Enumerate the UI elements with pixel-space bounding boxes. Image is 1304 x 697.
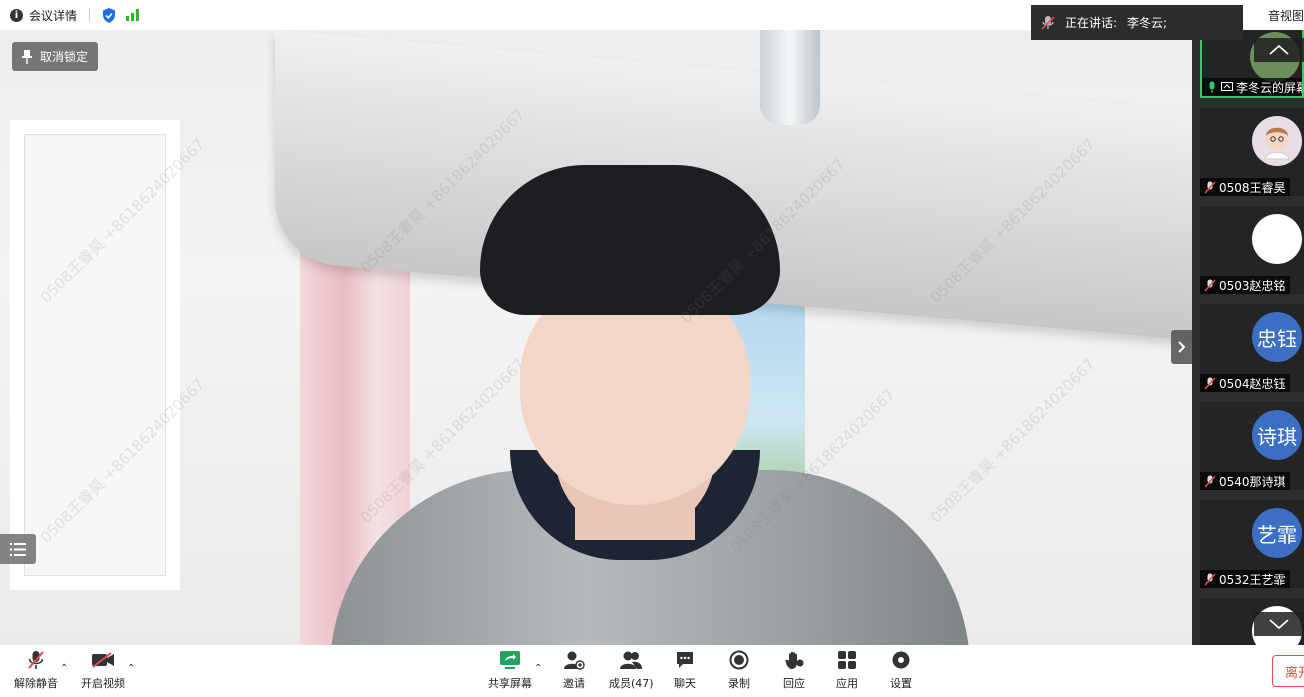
share-options-caret[interactable]: ⌃ xyxy=(534,663,542,674)
participant-nameplate: 0532王艺霏 xyxy=(1200,570,1290,588)
bottom-toolbar: 解除静音 ⌃ 开启视频 ⌃ 共享屏幕 ⌃ 邀请 成员(47) 聊天 录制 回应 … xyxy=(0,645,1304,697)
participant-avatar xyxy=(1252,116,1302,166)
chat-label: 聊天 xyxy=(674,677,696,690)
mic-muted-icon xyxy=(1204,572,1216,586)
unmute-label: 解除静音 xyxy=(14,677,58,690)
share-screen-label: 共享屏幕 xyxy=(488,677,532,690)
participant-nameplate: 0508王睿昊 xyxy=(1200,178,1290,196)
participant-tile[interactable]: 诗琪 0540那诗琪 xyxy=(1200,402,1304,490)
speaker-name: 李冬云; xyxy=(1127,16,1168,30)
reactions-label: 回应 xyxy=(783,677,805,690)
mic-muted-icon xyxy=(1204,180,1216,194)
invite-label: 邀请 xyxy=(563,677,585,690)
apps-button[interactable]: 应用 xyxy=(835,649,859,691)
participant-name: 0532王艺霏 xyxy=(1219,572,1286,587)
settings-label: 设置 xyxy=(890,677,912,690)
participant-tile[interactable]: 忠钰 0504赵忠钰 xyxy=(1200,304,1304,392)
mic-muted-icon xyxy=(1204,474,1216,488)
chevron-down-icon xyxy=(1269,619,1289,630)
participant-avatar xyxy=(1252,214,1302,264)
start-video-label: 开启视频 xyxy=(81,677,125,690)
screen-share-icon xyxy=(1221,81,1233,91)
members-icon xyxy=(619,649,643,671)
participant-tile[interactable]: 艺霏 0532王艺霏 xyxy=(1200,500,1304,588)
mic-muted-icon xyxy=(24,649,48,671)
mic-muted-icon xyxy=(1204,278,1216,292)
participant-nameplate: 李冬云的屏幕 xyxy=(1202,78,1304,96)
participant-nameplate: 0504赵忠钰 xyxy=(1200,374,1290,392)
mic-on-icon xyxy=(1209,81,1215,93)
share-screen-button[interactable]: 共享屏幕 xyxy=(488,649,532,691)
video-off-icon xyxy=(91,649,115,671)
participant-name: 0504赵忠钰 xyxy=(1219,376,1286,391)
participant-nameplate: 0540那诗琪 xyxy=(1200,472,1290,490)
invite-button[interactable]: 邀请 xyxy=(562,649,586,691)
speaking-label: 正在讲话: xyxy=(1065,16,1118,30)
scroll-down-button[interactable] xyxy=(1254,612,1304,636)
mic-muted-icon xyxy=(1204,376,1216,390)
mic-muted-icon xyxy=(1041,15,1055,30)
share-screen-icon xyxy=(498,649,522,671)
chat-button[interactable]: 聊天 xyxy=(673,649,697,691)
gallery-view-button[interactable]: 音视图 xyxy=(1268,7,1304,24)
participant-tile[interactable]: 0503赵忠铭 xyxy=(1200,206,1304,294)
record-button[interactable]: 录制 xyxy=(727,649,751,691)
info-icon: i xyxy=(10,8,23,22)
gear-icon xyxy=(889,649,913,671)
video-options-caret[interactable]: ⌃ xyxy=(127,663,135,674)
members-label: 成员(47) xyxy=(609,677,654,690)
unlock-label: 取消锁定 xyxy=(40,50,89,64)
participant-tile[interactable]: 0508王睿昊 xyxy=(1200,108,1304,196)
speaking-indicator: 正在讲话: 李冬云; xyxy=(1031,5,1243,40)
record-icon xyxy=(727,649,751,671)
main-video[interactable]: 0508王睿昊 +8618624020667 0508王睿昊 +86186240… xyxy=(0,30,1192,645)
participant-avatar: 忠钰 xyxy=(1252,312,1302,362)
participant-name: 0508王睿昊 xyxy=(1219,180,1286,195)
signal-icon[interactable] xyxy=(126,9,140,21)
settings-button[interactable]: 设置 xyxy=(889,649,913,691)
shield-icon[interactable] xyxy=(102,7,116,23)
chevron-up-icon xyxy=(1269,44,1289,55)
divider xyxy=(89,8,91,22)
meeting-info-label: 会议详情 xyxy=(29,8,78,23)
participant-nameplate: 0503赵忠铭 xyxy=(1200,276,1290,294)
collapse-sidebar-button[interactable] xyxy=(1171,330,1192,364)
apps-label: 应用 xyxy=(836,677,858,690)
add-user-icon xyxy=(562,649,586,671)
apps-grid-icon xyxy=(835,649,859,671)
record-label: 录制 xyxy=(728,677,750,690)
audio-options-caret[interactable]: ⌃ xyxy=(60,663,68,674)
start-video-button[interactable]: 开启视频 xyxy=(81,649,125,691)
video-lamp-arm xyxy=(760,30,820,125)
cartoon-avatar-icon xyxy=(1264,127,1290,160)
meeting-window: i 会议详情 音视图 正在讲话: 李冬云; 0508王睿昊 +861862402… xyxy=(0,0,1304,697)
chat-icon xyxy=(673,649,697,671)
meeting-info-button[interactable]: i 会议详情 xyxy=(10,7,77,24)
participant-name: 0540那诗琪 xyxy=(1219,474,1286,489)
pin-icon xyxy=(22,49,32,64)
unmute-button[interactable]: 解除静音 xyxy=(14,649,58,691)
scroll-up-button[interactable] xyxy=(1254,38,1304,62)
leave-meeting-button[interactable]: 离开 xyxy=(1272,655,1304,687)
participant-name: 李冬云的屏幕 xyxy=(1236,80,1304,95)
participant-avatar: 诗琪 xyxy=(1252,410,1302,460)
participant-name: 0503赵忠铭 xyxy=(1219,278,1286,293)
chevron-right-icon xyxy=(1177,341,1185,353)
video-window-frame xyxy=(10,120,180,590)
list-icon xyxy=(10,542,26,556)
watermark: 0508王睿昊 +8618624020667 xyxy=(926,355,1099,527)
reactions-button[interactable]: 回应 xyxy=(782,649,806,691)
members-button[interactable]: 成员(47) xyxy=(609,649,654,691)
unlock-pin-button[interactable]: 取消锁定 xyxy=(12,42,99,71)
participant-avatar: 艺霏 xyxy=(1252,508,1302,558)
hand-icon xyxy=(782,649,806,671)
list-toggle-button[interactable] xyxy=(0,534,36,564)
participant-panel: 李冬云的屏幕 0508王睿昊 0503赵忠铭 忠钰 0504赵忠钰 诗琪 054… xyxy=(1192,30,1304,645)
video-person-hair xyxy=(480,165,780,315)
